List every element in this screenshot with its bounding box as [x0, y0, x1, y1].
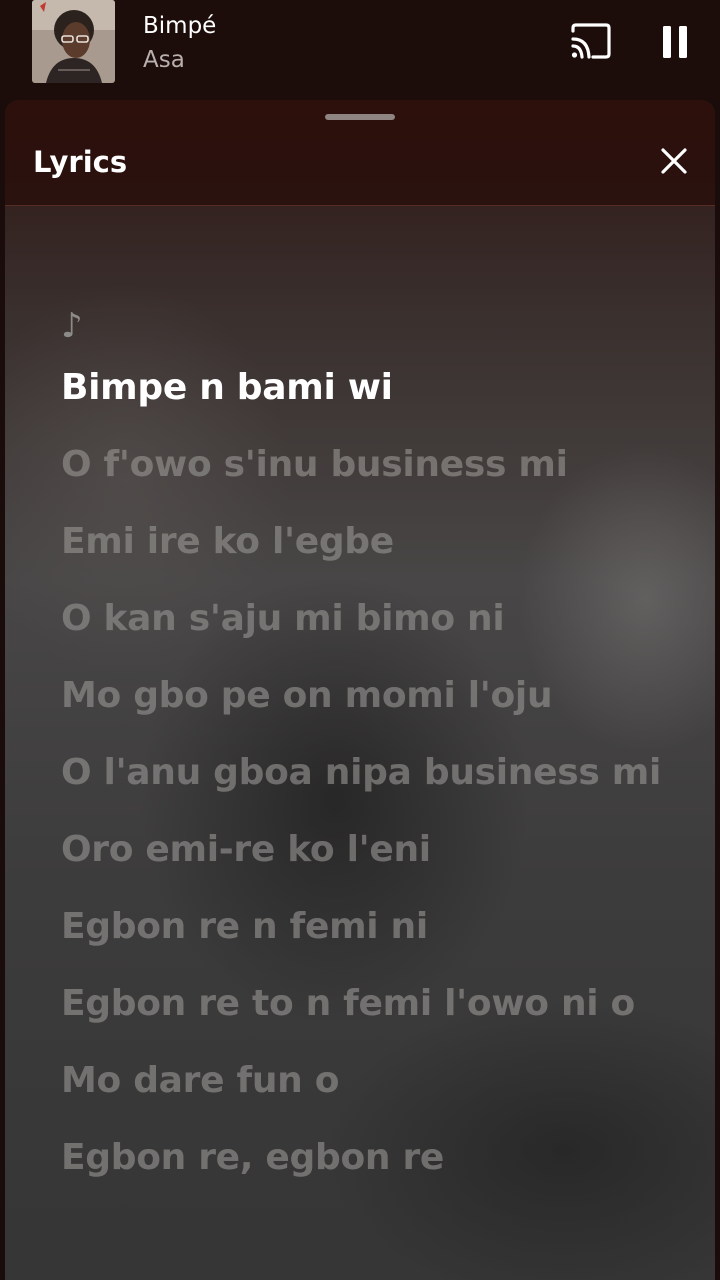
- lyric-line[interactable]: Egbon re n femi ni: [61, 903, 661, 950]
- lyrics-title: Lyrics: [33, 145, 128, 179]
- lyrics-sheet: Lyrics ♪ Bimpe n bami wi O f'owo s'inu bu…: [5, 100, 715, 1280]
- lyric-line[interactable]: Egbon re to n femi l'owo ni o: [61, 980, 661, 1027]
- drag-handle[interactable]: [325, 114, 395, 120]
- lyric-line[interactable]: O l'anu gboa nipa business mi: [61, 749, 661, 796]
- lyric-line[interactable]: O kan s'aju mi bimo ni: [61, 595, 661, 642]
- lyric-line[interactable]: Egbon re, egbon re: [61, 1134, 661, 1181]
- lyric-line[interactable]: Mo gbo pe on momi l'oju: [61, 672, 661, 719]
- music-note-icon: ♪: [61, 306, 83, 346]
- lyric-line[interactable]: Emi ire ko l'egbe: [61, 518, 661, 565]
- close-icon: [661, 148, 687, 174]
- lyrics-header: Lyrics: [5, 100, 715, 206]
- album-art[interactable]: [32, 0, 115, 83]
- lyrics-list[interactable]: ♪ Bimpe n bami wi O f'owo s'inu business …: [61, 304, 661, 1211]
- track-artist: Asa: [143, 47, 185, 73]
- lyric-line-active[interactable]: Bimpe n bami wi: [61, 364, 661, 411]
- lyrics-screen: Bimpé Asa Lyrics ♪ Bimpe n bami wi O f'o…: [0, 0, 720, 1280]
- close-button[interactable]: [657, 144, 691, 178]
- cast-icon: [571, 23, 611, 59]
- pause-button[interactable]: [655, 20, 695, 64]
- lyric-line[interactable]: Mo dare fun o: [61, 1057, 661, 1104]
- lyric-line[interactable]: Oro emi-re ko l'eni: [61, 826, 661, 873]
- track-title: Bimpé: [143, 13, 217, 39]
- cast-button[interactable]: [568, 22, 614, 62]
- lyric-lines: Bimpe n bami wi O f'owo s'inu business mi…: [61, 364, 661, 1181]
- lyric-line[interactable]: O f'owo s'inu business mi: [61, 441, 661, 488]
- pause-icon: [663, 26, 687, 58]
- mini-player[interactable]: Bimpé Asa: [0, 0, 720, 100]
